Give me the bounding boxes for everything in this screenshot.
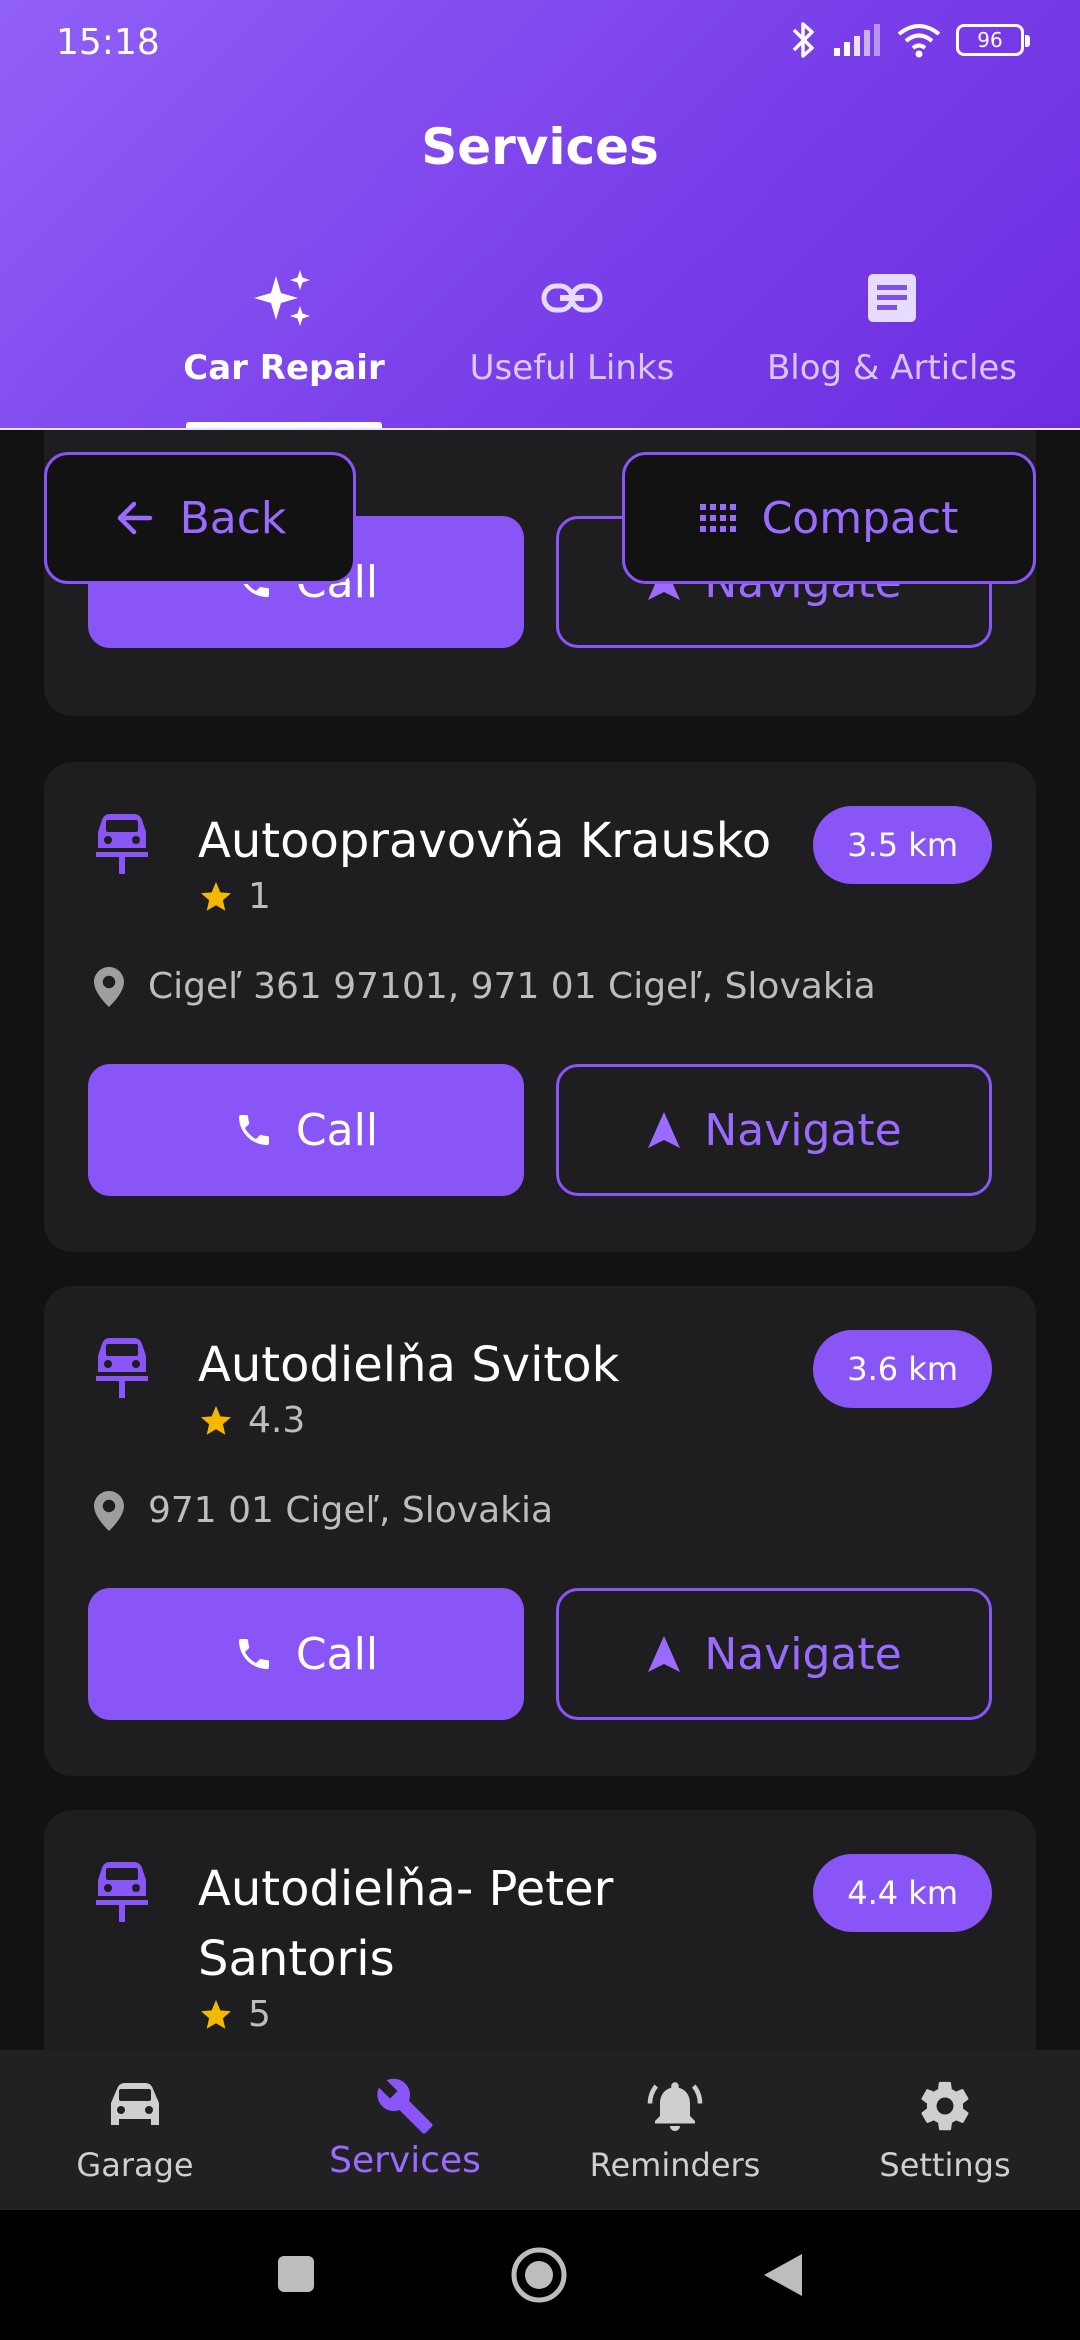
nav-label: Reminders	[589, 2146, 761, 2184]
rating: 5	[198, 1994, 271, 2035]
tab-bar: Car Repair Useful Links Blog & Articles	[0, 260, 1080, 428]
call-label: Call	[295, 1104, 379, 1156]
signal-icon	[834, 24, 880, 56]
back-button[interactable]: Back	[44, 452, 356, 584]
compact-toggle-button[interactable]: Compact	[622, 452, 1036, 584]
navigation-arrow-icon	[648, 1636, 681, 1672]
car-icon	[105, 2076, 165, 2136]
status-bar: 15:18 96	[0, 0, 1080, 86]
rating-value: 1	[248, 876, 271, 917]
link-icon	[540, 266, 604, 330]
recents-square-icon[interactable]	[276, 2254, 316, 2294]
back-triangle-icon[interactable]	[762, 2252, 804, 2298]
status-time: 15:18	[56, 22, 160, 63]
service-name: Autodielňa Svitok	[198, 1337, 620, 1393]
wifi-icon	[897, 24, 941, 58]
car-repair-icon	[94, 1336, 150, 1400]
bluetooth-icon	[792, 22, 814, 58]
rating: 1	[198, 876, 271, 917]
address: 971 01 Cigeľ, Slovakia	[94, 1490, 553, 1531]
navigate-button[interactable]: Navigate	[556, 1588, 992, 1720]
nav-services[interactable]: Services	[270, 2050, 540, 2210]
bell-icon	[645, 2076, 705, 2136]
tab-car-repair[interactable]: Car Repair	[182, 260, 386, 428]
bottom-navigation: Garage Services Reminders Settings	[0, 2050, 1080, 2210]
service-card[interactable]: Autodielňa- Peter Santoris 4.4 km 5	[44, 1810, 1036, 2050]
phone-icon	[238, 1115, 269, 1145]
grid-dots-icon	[699, 504, 736, 532]
gear-icon	[915, 2076, 975, 2136]
distance-value: 4.4 km	[847, 1874, 958, 1912]
navigate-label: Navigate	[704, 1104, 902, 1156]
star-icon	[201, 1405, 231, 1435]
tab-label: Useful Links	[469, 348, 675, 388]
nav-reminders[interactable]: Reminders	[540, 2050, 810, 2210]
back-label: Back	[179, 492, 287, 544]
battery-indicator: 96	[956, 24, 1030, 56]
tab-label: Blog & Articles	[766, 348, 1018, 388]
nav-settings[interactable]: Settings	[810, 2050, 1080, 2210]
call-label: Call	[295, 1628, 379, 1680]
nav-garage[interactable]: Garage	[0, 2050, 270, 2210]
service-name-line: Autodielňa- Peter	[198, 1861, 614, 1917]
rating-value: 5	[248, 1994, 271, 2035]
star-icon	[201, 1999, 231, 2029]
rating: 4.3	[198, 1400, 305, 1441]
system-navigation-bar	[0, 2210, 1080, 2340]
sparkles-icon	[252, 266, 316, 330]
tab-label: Car Repair	[183, 348, 385, 388]
navigate-button[interactable]: Navigate	[556, 1064, 992, 1196]
battery-level: 96	[977, 28, 1003, 52]
nav-label: Services	[329, 2140, 481, 2181]
app-header: 15:18 96 Services Car Repair Useful Link…	[0, 0, 1080, 428]
status-icons: 96	[790, 20, 1030, 60]
distance-value: 3.5 km	[847, 826, 958, 864]
service-name-line: Santoris	[198, 1931, 395, 1987]
location-pin-icon	[94, 966, 124, 1007]
nav-label: Settings	[879, 2146, 1011, 2184]
navigation-arrow-icon	[648, 1112, 681, 1148]
location-pin-icon	[94, 1490, 124, 1531]
call-button[interactable]: Call	[88, 1588, 524, 1720]
article-icon	[860, 266, 924, 330]
home-circle-icon[interactable]	[510, 2246, 568, 2304]
nav-label: Garage	[76, 2146, 194, 2184]
service-name: Autoopravovňa Krausko	[198, 813, 772, 869]
page-title: Services	[421, 118, 659, 176]
distance-badge: 4.4 km	[813, 1854, 992, 1932]
phone-icon	[238, 1639, 269, 1669]
address-text: Cigeľ 361 97101, 971 01 Cigeľ, Slovakia	[148, 966, 876, 1007]
call-button[interactable]: Call	[88, 1064, 524, 1196]
star-icon	[201, 881, 231, 911]
service-name: Autodielňa- Peter Santoris	[198, 1854, 613, 1994]
compact-label: Compact	[761, 492, 959, 544]
service-card[interactable]: Autoopravovňa Krausko 3.5 km 1 Cigeľ 361…	[44, 762, 1036, 1252]
tab-blog-articles[interactable]: Blog & Articles	[756, 260, 1028, 428]
service-card[interactable]: Autodielňa Svitok 3.6 km 4.3 971 01 Cige…	[44, 1286, 1036, 1776]
tab-useful-links[interactable]: Useful Links	[462, 260, 682, 428]
distance-badge: 3.5 km	[813, 806, 992, 884]
car-repair-icon	[94, 812, 150, 876]
rating-value: 4.3	[248, 1400, 306, 1441]
address: Cigeľ 361 97101, 971 01 Cigeľ, Slovakia	[94, 966, 876, 1007]
distance-value: 3.6 km	[847, 1350, 958, 1388]
address-text: 971 01 Cigeľ, Slovakia	[148, 1490, 554, 1531]
car-repair-icon	[94, 1860, 150, 1924]
wrench-icon	[375, 2076, 435, 2136]
services-list[interactable]: Call Navigate Autoopravovňa Krausko 3.5 …	[0, 430, 1080, 2050]
distance-badge: 3.6 km	[813, 1330, 992, 1408]
navigate-label: Navigate	[704, 1628, 902, 1680]
arrow-left-icon	[117, 501, 152, 535]
